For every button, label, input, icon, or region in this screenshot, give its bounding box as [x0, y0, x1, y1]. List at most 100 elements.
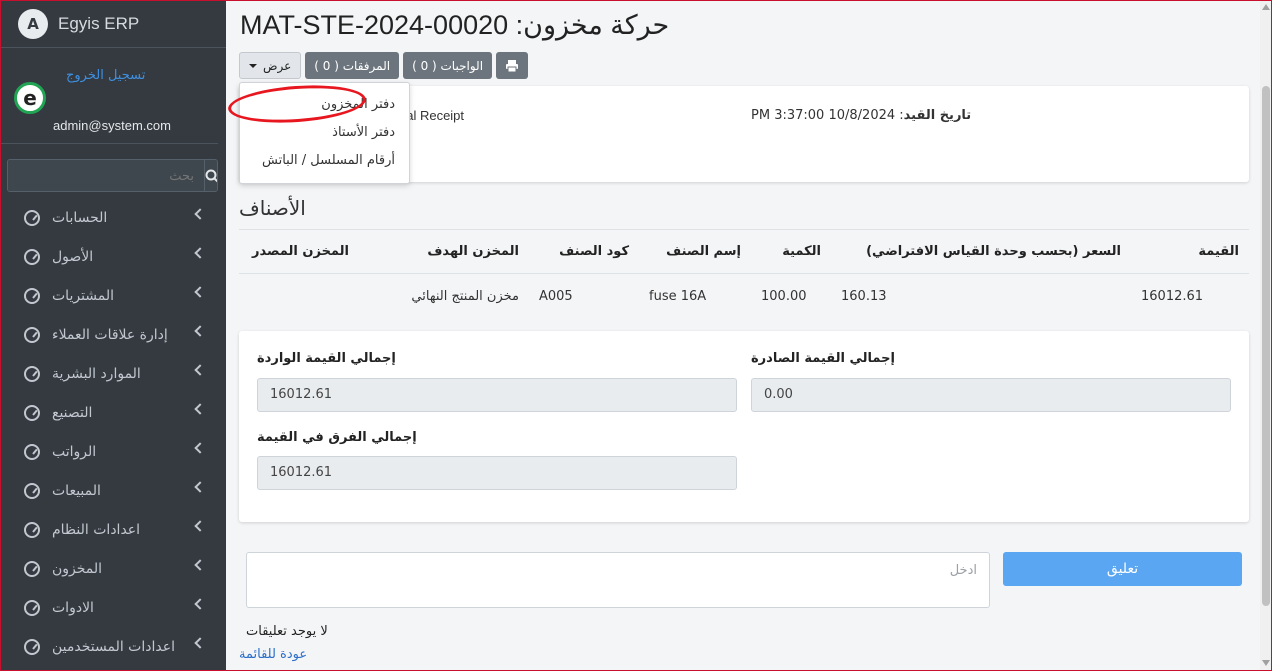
view-dropdown-button[interactable]: عرض	[239, 52, 302, 79]
dashboard-icon	[24, 209, 40, 226]
dashboard-icon	[24, 443, 40, 460]
menu-item-serial-batch[interactable]: أرقام المسلسل / الباتش	[240, 147, 409, 175]
brand[interactable]: A Egyis ERP	[0, 0, 226, 48]
caret-down-icon	[249, 63, 257, 68]
scroll-down-icon[interactable]	[1262, 660, 1270, 666]
diff-value-label: إجمالي الفرق في القيمة	[257, 430, 417, 445]
comment-input[interactable]: ادخل	[246, 552, 990, 608]
incoming-value-field: 16012.61	[257, 378, 737, 412]
sidebar-item-purchases[interactable]: المشتريات	[0, 276, 226, 315]
dashboard-icon	[24, 365, 40, 382]
column-header: الكمية	[751, 229, 831, 274]
posting-date-value: 10/8/2024 3:37:00 PM	[751, 108, 896, 123]
sidebar-item-hr[interactable]: الموارد البشرية	[0, 354, 226, 393]
sidebar-item-label: الموارد البشرية	[52, 365, 141, 382]
chevron-icon	[194, 286, 206, 298]
logout-link[interactable]: تسجيل الخروج	[66, 68, 145, 83]
scrollbar[interactable]	[1260, 0, 1272, 671]
chevron-icon	[194, 325, 206, 337]
sidebar-item-label: التصنيع	[52, 404, 93, 421]
attachments-button[interactable]: المرفقات ( 0 )	[305, 52, 400, 79]
duties-button[interactable]: الواجبات ( 0 )	[403, 52, 493, 79]
main-content: حركة مخزون: MAT-STE-2024-00020 عرض المرف…	[226, 0, 1272, 671]
chevron-icon	[194, 247, 206, 259]
search-icon	[205, 169, 217, 182]
sidebar-item-label: اعدادات النظام	[52, 521, 141, 538]
column-header: السعر (بحسب وحدة القياس الافتراضي)	[831, 229, 1131, 274]
toolbar: عرض المرفقات ( 0 ) الواجبات ( 0 )	[239, 52, 529, 79]
sidebar-item-user-settings[interactable]: اعدادات المستخدمين	[0, 627, 226, 666]
sidebar-item-payroll[interactable]: الرواتب	[0, 432, 226, 471]
incoming-value-label: إجمالي القيمة الواردة	[257, 351, 396, 366]
dashboard-icon	[24, 326, 40, 343]
back-to-list-link[interactable]: عودة للقائمة	[239, 647, 307, 662]
table-row[interactable]: مخزن المنتج النهائي A005 fuse 16A 100.00…	[239, 274, 1249, 320]
chevron-icon	[194, 481, 206, 493]
diff-value-field: 16012.61	[257, 456, 737, 490]
dashboard-icon	[24, 638, 40, 655]
comment-button[interactable]: تعليق	[1003, 552, 1242, 586]
dashboard-icon	[24, 248, 40, 265]
dashboard-icon	[24, 404, 40, 421]
posting-date: تاريخ القيد: 10/8/2024 3:37:00 PM	[751, 108, 972, 123]
sidebar-item-label: المخزون	[52, 560, 103, 577]
chevron-icon	[194, 559, 206, 571]
sidebar-search	[7, 159, 218, 192]
sidebar-item-label: إدارة علاقات العملاء	[52, 326, 168, 343]
column-header: القيمة	[1131, 229, 1249, 274]
print-icon	[506, 59, 519, 72]
column-header: المخزن الهدف	[359, 229, 529, 274]
page-title: حركة مخزون: MAT-STE-2024-00020	[240, 10, 670, 40]
sidebar-item-label: اعدادات المستخدمين	[52, 638, 175, 655]
dashboard-icon	[24, 599, 40, 616]
cell-amount: 16012.61	[1141, 289, 1204, 305]
brand-logo-icon: A	[18, 8, 48, 39]
items-table: المخزن المصدر المخزن الهدف كود الصنف إسم…	[239, 229, 1249, 320]
menu-item-general-ledger[interactable]: دفتر الأستاذ	[240, 119, 409, 147]
totals-card: إجمالي القيمة الواردة 16012.61 إجمالي ال…	[239, 331, 1249, 522]
user-email: admin@system.com	[53, 118, 171, 133]
sidebar-item-tools[interactable]: الادوات	[0, 588, 226, 627]
cell-source-warehouse	[239, 274, 359, 320]
sidebar-item-manufacturing[interactable]: التصنيع	[0, 393, 226, 432]
sidebar-item-label: الحسابات	[52, 209, 108, 226]
cell-target-warehouse: مخزن المنتج النهائي	[411, 289, 519, 305]
search-input[interactable]	[8, 160, 204, 191]
chevron-icon	[194, 520, 206, 532]
cell-rate: 160.13	[841, 289, 887, 305]
posting-date-label: تاريخ القيد	[903, 108, 972, 123]
chevron-icon	[194, 364, 206, 376]
no-comments-text: لا يوجد تعليقات	[246, 624, 328, 639]
user-panel: e admin@system.com تسجيل الخروج	[0, 48, 218, 144]
sidebar-item-crm[interactable]: إدارة علاقات العملاء	[0, 315, 226, 354]
sidebar-item-assets[interactable]: الأصول	[0, 237, 226, 276]
scroll-up-icon[interactable]	[1262, 4, 1270, 10]
sidebar-item-label: الرواتب	[52, 443, 97, 460]
cell-qty: 100.00	[761, 289, 807, 305]
chevron-icon	[194, 637, 206, 649]
view-label: عرض	[263, 58, 292, 73]
sidebar: A Egyis ERP e admin@system.com تسجيل الخ…	[0, 0, 226, 671]
sidebar-item-stock[interactable]: المخزون	[0, 549, 226, 588]
brand-name: Egyis ERP	[58, 13, 140, 33]
table-header-row: المخزن المصدر المخزن الهدف كود الصنف إسم…	[239, 229, 1249, 274]
column-header: المخزن المصدر	[239, 229, 359, 274]
chevron-icon	[194, 598, 206, 610]
dashboard-icon	[24, 560, 40, 577]
chevron-icon	[194, 442, 206, 454]
sidebar-item-system-settings[interactable]: اعدادات النظام	[0, 510, 226, 549]
print-button[interactable]	[496, 52, 529, 79]
outgoing-value-label: إجمالي القيمة الصادرة	[751, 351, 895, 366]
scrollbar-thumb[interactable]	[1262, 86, 1270, 606]
chevron-icon	[194, 208, 206, 220]
column-header: إسم الصنف	[639, 229, 751, 274]
sidebar-item-label: المشتريات	[52, 287, 115, 304]
sidebar-item-label: الادوات	[52, 599, 94, 616]
avatar: e	[14, 82, 46, 114]
sidebar-item-sales[interactable]: المبيعات	[0, 471, 226, 510]
sidebar-item-label: الأصول	[52, 248, 94, 265]
dashboard-icon	[24, 521, 40, 538]
sidebar-item-accounts[interactable]: الحسابات	[0, 198, 226, 237]
search-button[interactable]	[204, 160, 217, 191]
cell-item-name: fuse 16A	[649, 289, 707, 305]
